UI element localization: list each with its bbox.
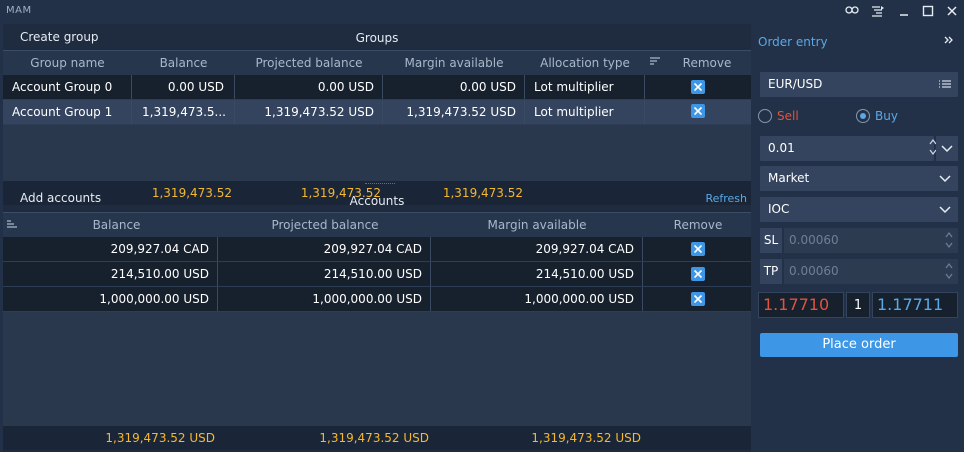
buy-label[interactable]: Buy: [875, 109, 898, 123]
groups-header: Create group Groups: [3, 24, 751, 50]
group-name: Account Group 0: [3, 75, 132, 99]
column-margin-available[interactable]: Margin available: [383, 51, 525, 75]
accounts-total-balance: 1,319,473.52 USD: [105, 431, 215, 445]
remove-group-checkbox[interactable]: [691, 80, 705, 94]
groups-table-header: Group name Balance Projected balance Mar…: [3, 50, 751, 75]
quantity-dropdown[interactable]: [936, 136, 958, 161]
groups-title: Groups: [355, 31, 399, 45]
sell-label[interactable]: Sell: [777, 109, 799, 123]
remove-group-checkbox[interactable]: [691, 104, 705, 118]
group-margin: 0.00 USD: [383, 75, 525, 99]
group-allocation: Lot multiplier: [525, 100, 645, 124]
title-bar: MAM: [0, 0, 964, 24]
settings-list-icon[interactable]: [869, 3, 887, 19]
order-type-value: Market: [768, 171, 810, 185]
sort-icon[interactable]: [647, 51, 663, 75]
group-balance: 0.00 USD: [132, 75, 235, 99]
column-remove: Remove: [673, 218, 723, 232]
account-row[interactable]: 209,927.04 CAD 209,927.04 CAD 209,927.04…: [3, 237, 751, 262]
spread-value: 1: [846, 292, 870, 318]
group-projected: 0.00 USD: [235, 75, 383, 99]
group-allocation: Lot multiplier: [525, 75, 645, 99]
accounts-total-projected: 1,319,473.52 USD: [319, 431, 429, 445]
column-balance[interactable]: Balance: [19, 213, 214, 237]
sell-price-button[interactable]: 1.17710: [758, 292, 844, 318]
groups-empty-area: [3, 125, 751, 181]
account-row[interactable]: 214,510.00 USD 214,510.00 USD 214,510.00…: [3, 262, 751, 287]
order-entry-panel: Order entry EUR/USD Sell Buy 0.01 Market…: [754, 24, 964, 452]
stop-loss-spin-icon[interactable]: [944, 228, 954, 255]
chevron-down-icon: [938, 170, 952, 186]
stop-loss-input[interactable]: 0.00060: [784, 228, 958, 253]
buy-radio[interactable]: [856, 109, 870, 123]
refresh-link[interactable]: Refresh: [705, 192, 747, 205]
account-projected: 209,927.04 CAD: [218, 237, 431, 261]
sort-icon[interactable]: [5, 213, 19, 237]
group-row[interactable]: Account Group 1 1,319,473.5... 1,319,473…: [3, 100, 751, 125]
group-name: Account Group 1: [3, 100, 132, 124]
column-allocation-type[interactable]: Allocation type: [525, 51, 645, 75]
quantity-stepper[interactable]: 0.01: [760, 136, 937, 161]
group-balance: 1,319,473.5...: [132, 100, 235, 124]
column-projected-balance[interactable]: Projected balance: [221, 213, 429, 237]
close-icon[interactable]: [943, 3, 961, 19]
account-balance: 1,000,000.00 USD: [3, 287, 218, 311]
accounts-title: Accounts: [349, 194, 405, 208]
group-margin: 1,319,473.52 USD: [383, 100, 525, 124]
accounts-table-header: Balance Projected balance Margin availab…: [3, 212, 751, 237]
accounts-empty-area: [3, 312, 751, 426]
account-margin: 209,927.04 CAD: [431, 237, 643, 261]
column-group-name[interactable]: Group name: [3, 51, 132, 75]
accounts-header: Add accounts Accounts Refresh: [3, 186, 751, 212]
link-icon[interactable]: [843, 3, 861, 19]
account-margin: 1,000,000.00 USD: [431, 287, 643, 311]
remove-account-checkbox[interactable]: [691, 242, 705, 256]
account-balance: 209,927.04 CAD: [3, 237, 218, 261]
tp-toggle[interactable]: TP: [760, 259, 782, 284]
minimize-icon[interactable]: [895, 3, 913, 19]
account-projected: 214,510.00 USD: [218, 262, 431, 286]
order-type-select[interactable]: Market: [760, 166, 958, 191]
group-projected: 1,319,473.52 USD: [235, 100, 383, 124]
account-margin: 214,510.00 USD: [431, 262, 643, 286]
column-margin-available[interactable]: Margin available: [431, 213, 643, 237]
column-projected-balance[interactable]: Projected balance: [235, 51, 383, 75]
sell-radio[interactable]: [758, 109, 772, 123]
symbol-value: EUR/USD: [768, 77, 823, 91]
buy-price-button[interactable]: 1.17711: [872, 292, 958, 318]
left-panel: Create group Groups Group name Balance P…: [3, 24, 751, 452]
order-entry-title: Order entry: [758, 35, 828, 49]
remove-account-checkbox[interactable]: [691, 292, 705, 306]
time-in-force-select[interactable]: IOC: [760, 197, 958, 222]
account-projected: 1,000,000.00 USD: [218, 287, 431, 311]
group-row[interactable]: Account Group 0 0.00 USD 0.00 USD 0.00 U…: [3, 75, 751, 100]
collapse-panel-icon[interactable]: [944, 36, 954, 47]
time-in-force-value: IOC: [768, 202, 790, 216]
chevron-down-icon: [938, 201, 952, 217]
app-title: MAM: [6, 5, 32, 16]
account-row[interactable]: 1,000,000.00 USD 1,000,000.00 USD 1,000,…: [3, 287, 751, 312]
sl-toggle[interactable]: SL: [760, 228, 782, 253]
take-profit-input[interactable]: 0.00060: [784, 259, 958, 284]
quantity-value: 0.01: [768, 141, 795, 155]
take-profit-spin-icon[interactable]: [944, 259, 954, 286]
place-order-button[interactable]: Place order: [760, 333, 958, 357]
accounts-totals: 1,319,473.52 USD 1,319,473.52 USD 1,319,…: [3, 426, 751, 450]
account-balance: 214,510.00 USD: [3, 262, 218, 286]
column-balance[interactable]: Balance: [132, 51, 235, 75]
remove-account-checkbox[interactable]: [691, 267, 705, 281]
panel-splitter[interactable]: [365, 183, 395, 185]
column-remove: Remove: [682, 56, 732, 70]
take-profit-placeholder: 0.00060: [789, 264, 839, 278]
stop-loss-placeholder: 0.00060: [789, 233, 839, 247]
list-icon: [938, 76, 952, 92]
maximize-icon[interactable]: [919, 3, 937, 19]
symbol-selector[interactable]: EUR/USD: [760, 72, 958, 97]
accounts-total-margin: 1,319,473.52 USD: [531, 431, 641, 445]
